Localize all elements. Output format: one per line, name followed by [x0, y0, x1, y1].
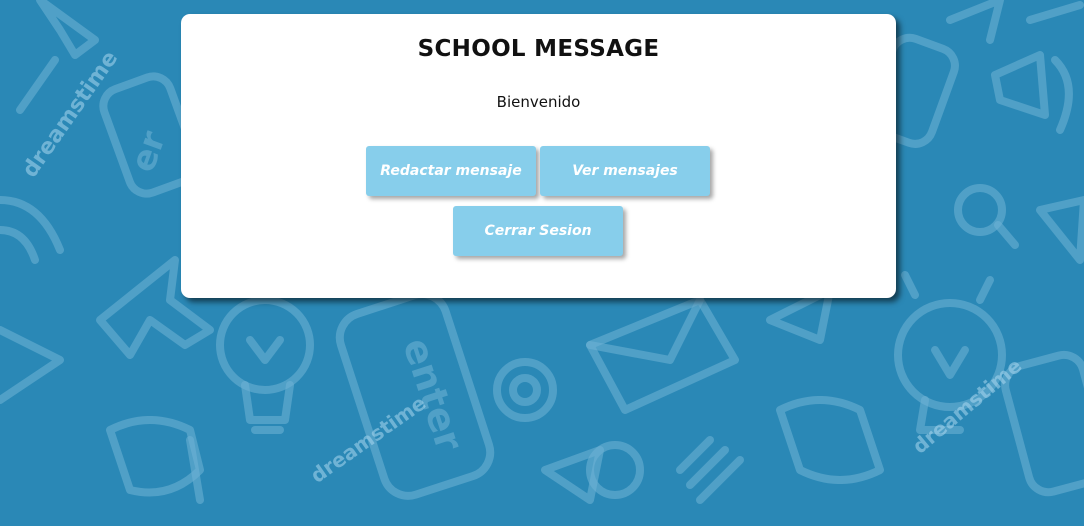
- pointing-hand-icon: [106, 416, 204, 504]
- wifi-icon: [0, 196, 64, 264]
- envelope-icon: [0, 326, 64, 404]
- view-messages-button[interactable]: Ver mensajes: [540, 146, 710, 196]
- signal-bars-icon: [676, 436, 744, 504]
- logout-button[interactable]: Cerrar Sesion: [453, 206, 623, 256]
- at-sign-icon: [493, 358, 557, 422]
- watermark-text: dreamstime: [306, 391, 430, 488]
- compose-message-button[interactable]: Redactar mensaje: [366, 146, 536, 196]
- envelope-icon: [586, 296, 739, 414]
- main-card: SCHOOL MESSAGE Bienvenido Redactar mensa…: [181, 14, 896, 298]
- pointing-hand-icon: [776, 396, 884, 484]
- welcome-text: Bienvenido: [496, 93, 581, 111]
- svg-text:er: er: [123, 126, 174, 177]
- cursor-arrow-icon: [946, 0, 1084, 44]
- pushpin-icon: [1036, 196, 1084, 264]
- magnifier-icon: [954, 184, 1019, 249]
- lightbulb-icon: [216, 296, 314, 434]
- megaphone-icon: [541, 441, 644, 504]
- megaphone-icon: [991, 51, 1073, 134]
- page-title: SCHOOL MESSAGE: [417, 36, 660, 62]
